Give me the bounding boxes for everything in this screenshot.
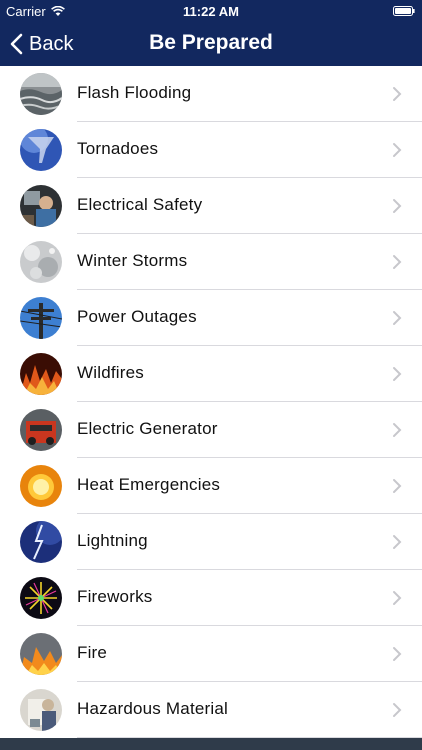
list-item-fireworks[interactable]: Fireworks — [0, 570, 422, 626]
battery-icon — [393, 6, 415, 16]
list-item-hazardous-material[interactable]: Hazardous Material — [0, 682, 422, 738]
list-item-label: Hazardous Material — [77, 699, 228, 718]
winter-storm-photo-icon — [20, 241, 62, 283]
power-lines-photo-icon — [20, 297, 62, 339]
list-item-flash-flooding[interactable]: Flash Flooding — [0, 66, 422, 122]
chevron-right-icon — [393, 255, 402, 269]
list-item-electric-generator[interactable]: Electric Generator — [0, 402, 422, 458]
list-item-label: Heat Emergencies — [77, 475, 221, 494]
list-item-electrical-safety[interactable]: Electrical Safety — [0, 178, 422, 234]
chevron-right-icon — [393, 647, 402, 661]
list-item-fire[interactable]: Fire — [0, 626, 422, 682]
list-item-heat-emergencies[interactable]: Heat Emergencies — [0, 458, 422, 514]
clock: 11:22 AM — [183, 4, 239, 19]
list-item-tornadoes[interactable]: Tornadoes — [0, 122, 422, 178]
chevron-right-icon — [393, 479, 402, 493]
topic-list: Flash Flooding Tornadoes Electrical Safe… — [0, 66, 422, 738]
list-item-winter-storms[interactable]: Winter Storms — [0, 234, 422, 290]
flash-flooding-photo-icon — [20, 73, 62, 115]
chevron-right-icon — [393, 423, 402, 437]
bottom-toolbar — [0, 738, 422, 750]
chevron-right-icon — [393, 87, 402, 101]
electrical-safety-photo-icon — [20, 185, 62, 227]
wildfire-photo-icon — [20, 353, 62, 395]
list-item-label: Fire — [77, 643, 108, 662]
list-item-label: Wildfires — [77, 363, 144, 382]
list-item-label: Winter Storms — [77, 251, 188, 270]
generator-photo-icon — [20, 409, 62, 451]
list-item-label: Electrical Safety — [77, 195, 203, 214]
fireworks-photo-icon — [20, 577, 62, 619]
tornado-photo-icon — [20, 129, 62, 171]
hazmat-photo-icon — [20, 689, 62, 731]
list-item-label: Electric Generator — [77, 419, 218, 438]
list-item-wildfires[interactable]: Wildfires — [0, 346, 422, 402]
list-item-power-outages[interactable]: Power Outages — [0, 290, 422, 346]
lightning-photo-icon — [20, 521, 62, 563]
page-title: Be Prepared — [149, 31, 273, 54]
list-item-label: Fireworks — [77, 587, 153, 606]
chevron-right-icon — [393, 143, 402, 157]
sun-photo-icon — [20, 465, 62, 507]
list-item-label: Flash Flooding — [77, 83, 192, 102]
list-item-label: Lightning — [77, 531, 148, 550]
fire-photo-icon — [20, 633, 62, 675]
chevron-right-icon — [393, 591, 402, 605]
list-item-label: Tornadoes — [77, 139, 159, 158]
navigation-bar: Back Be Prepared — [0, 22, 422, 66]
chevron-right-icon — [393, 311, 402, 325]
list-item-lightning[interactable]: Lightning — [0, 514, 422, 570]
list-item-label: Power Outages — [77, 307, 197, 326]
chevron-right-icon — [393, 199, 402, 213]
status-bar: Carrier 11:22 AM — [0, 0, 422, 22]
chevron-right-icon — [393, 367, 402, 381]
chevron-right-icon — [393, 703, 402, 717]
chevron-right-icon — [393, 535, 402, 549]
